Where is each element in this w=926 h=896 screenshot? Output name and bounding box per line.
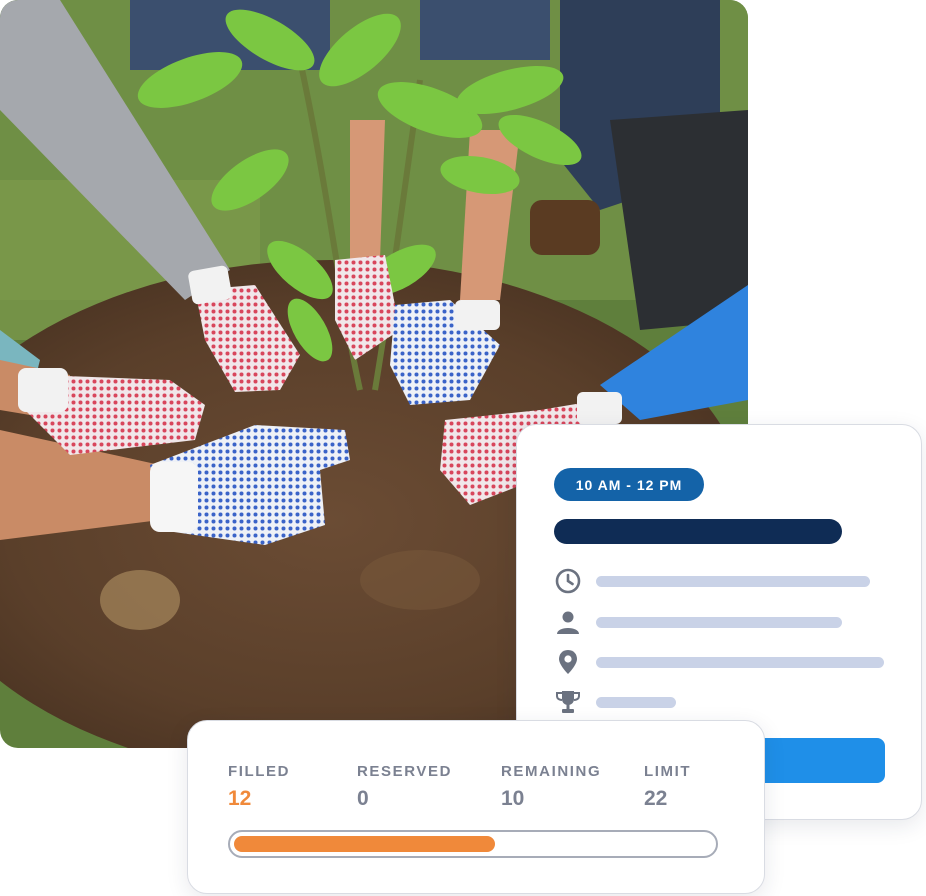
detail-row-time <box>554 567 894 597</box>
stat-reserved: RESERVED 0 <box>357 763 452 811</box>
stat-filled: FILLED 12 <box>228 763 290 811</box>
event-title-placeholder <box>554 519 842 544</box>
trophy-icon <box>554 688 582 716</box>
stat-filled-label: FILLED <box>228 763 291 780</box>
detail-row-location <box>554 648 894 678</box>
stat-reserved-label: RESERVED <box>357 763 453 780</box>
stat-remaining-value: 10 <box>501 787 525 810</box>
capacity-card: FILLED 12 RESERVED 0 REMAINING 10 LIMIT … <box>187 720 765 894</box>
signup-button[interactable] <box>753 738 885 783</box>
capacity-progress-bar <box>228 830 718 858</box>
location-pin-icon <box>554 648 582 676</box>
stat-limit-value: 22 <box>644 787 668 810</box>
detail-line-location <box>596 657 884 668</box>
stat-limit: LIMIT 22 <box>644 763 691 811</box>
detail-row-organizer <box>554 608 894 638</box>
person-icon <box>554 608 582 636</box>
stat-limit-label: LIMIT <box>644 763 692 780</box>
capacity-progress-fill <box>234 836 495 852</box>
event-time-badge: 10 AM - 12 PM <box>554 468 704 501</box>
stat-filled-value: 12 <box>228 787 252 810</box>
clock-icon <box>554 567 582 595</box>
stat-reserved-value: 0 <box>357 787 369 810</box>
detail-line-organizer <box>596 617 842 628</box>
detail-line-reward <box>596 697 676 708</box>
stat-remaining: REMAINING 10 <box>501 763 601 811</box>
stat-remaining-label: REMAINING <box>501 763 602 780</box>
detail-row-reward <box>554 688 894 718</box>
detail-line-time <box>596 576 870 587</box>
